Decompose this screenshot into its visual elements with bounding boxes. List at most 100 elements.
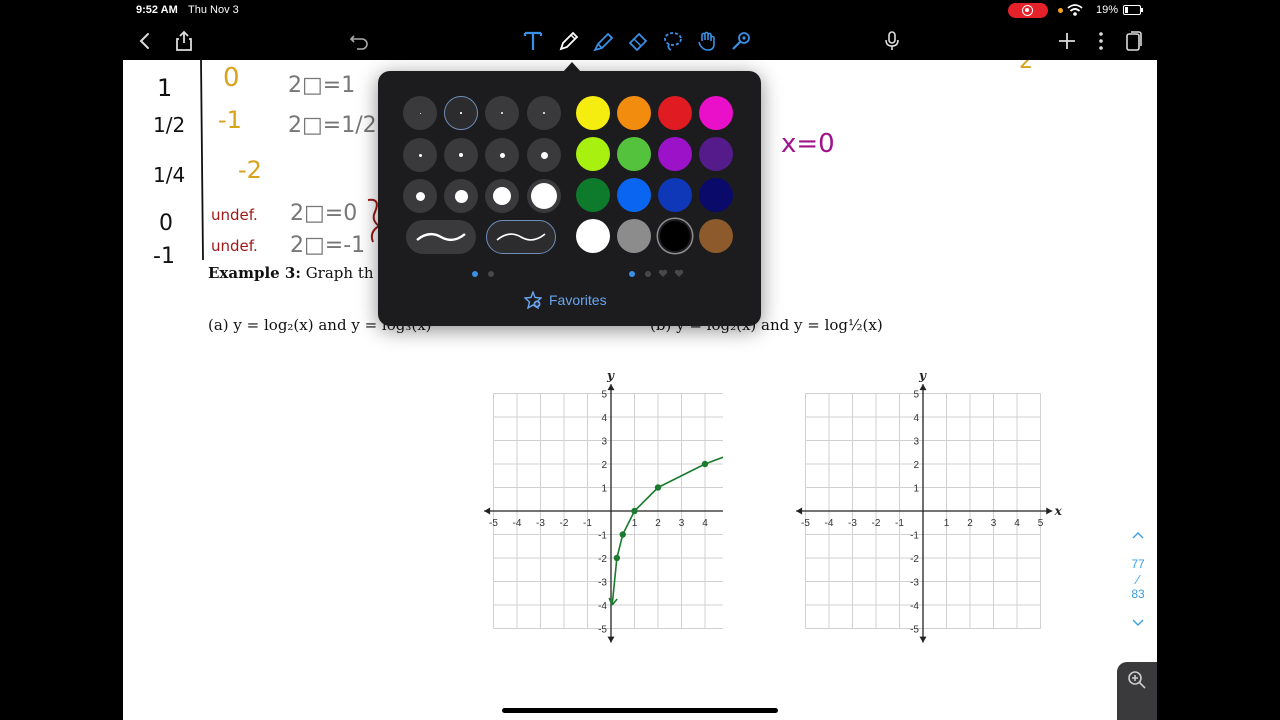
- x-axis-arrow: [796, 507, 803, 515]
- more-icon[interactable]: [1087, 27, 1115, 55]
- pen-size-option[interactable]: [485, 138, 519, 172]
- laser-pointer-icon[interactable]: [727, 27, 755, 55]
- pen-size-option[interactable]: [485, 96, 519, 130]
- share-icon[interactable]: [170, 27, 198, 55]
- x-tick-label: -1: [895, 518, 904, 529]
- chevron-up-icon[interactable]: [1131, 531, 1145, 539]
- heart-icon[interactable]: [658, 269, 668, 278]
- y-tick-label: 3: [913, 437, 919, 448]
- color-swatch[interactable]: [658, 96, 692, 130]
- pen-size-option[interactable]: [527, 179, 561, 213]
- y-tick-label: 5: [913, 390, 919, 401]
- curve-point: [613, 554, 621, 562]
- size-pager-dot[interactable]: [488, 271, 494, 277]
- color-swatch[interactable]: [617, 96, 651, 130]
- color-swatch[interactable]: [617, 137, 651, 171]
- magnifier-icon: [1128, 671, 1146, 689]
- chevron-down-icon[interactable]: [1131, 619, 1145, 627]
- x-tick-label: -3: [848, 518, 857, 529]
- y-tick-label: 4: [601, 413, 607, 424]
- pen-size-option[interactable]: [403, 96, 437, 130]
- favorites-button[interactable]: Favorites: [524, 291, 607, 309]
- lasso-tool-icon[interactable]: [659, 27, 687, 55]
- color-swatch[interactable]: [576, 137, 610, 171]
- color-swatch[interactable]: [576, 96, 610, 130]
- example-label: Example 3:: [208, 264, 301, 282]
- color-swatch[interactable]: [658, 219, 692, 253]
- x-tick-label: -2: [872, 518, 881, 529]
- pen-size-option[interactable]: [444, 179, 478, 213]
- pen-size-option[interactable]: [527, 96, 561, 130]
- coordinate-grid-a[interactable]: xy-5-4-3-2-11234554321-1-2-3-4-5y=log₂(x…: [353, 350, 723, 660]
- status-time: 9:52 AM: [136, 4, 178, 16]
- pen-size-option[interactable]: [403, 179, 437, 213]
- pen-settings-popover: Favorites: [378, 71, 761, 326]
- eraser-tool-icon[interactable]: [624, 27, 652, 55]
- color-swatch[interactable]: [576, 178, 610, 212]
- stroke-style-option-selected[interactable]: [486, 220, 556, 254]
- color-swatch[interactable]: [699, 96, 733, 130]
- y-value: 0: [223, 63, 240, 93]
- star-icon: [524, 291, 542, 309]
- x-tick-label: -2: [560, 518, 569, 529]
- top-right-digit: 2: [1019, 60, 1033, 74]
- y-axis-arrow: [919, 636, 927, 643]
- x-tick-label: -4: [513, 518, 522, 529]
- heart-icon[interactable]: [674, 269, 684, 278]
- x-tick-label: 4: [1014, 518, 1020, 529]
- favorites-label: Favorites: [549, 292, 607, 308]
- page-separator: ⁄: [1136, 572, 1140, 587]
- y-value: undef.: [211, 237, 258, 255]
- screen-recording-indicator[interactable]: [1008, 3, 1048, 18]
- size-pager-dot[interactable]: [472, 271, 478, 277]
- wifi-icon: [1067, 4, 1083, 16]
- home-indicator[interactable]: [502, 708, 778, 713]
- pen-size-option-selected[interactable]: [444, 96, 478, 130]
- undo-icon[interactable]: [345, 27, 373, 55]
- y-tick-label: -2: [910, 554, 919, 565]
- pen-tool-icon[interactable]: [555, 27, 583, 55]
- color-swatch[interactable]: [617, 178, 651, 212]
- hand-tool-icon[interactable]: [693, 27, 721, 55]
- pen-size-option[interactable]: [485, 179, 519, 213]
- x-axis-arrow: [1046, 507, 1053, 515]
- highlighter-tool-icon[interactable]: [590, 27, 618, 55]
- color-swatch[interactable]: [617, 219, 651, 253]
- color-swatch[interactable]: [699, 178, 733, 212]
- color-swatch[interactable]: [699, 219, 733, 253]
- battery-percentage: 19%: [1096, 4, 1119, 16]
- stroke-style-option[interactable]: [406, 220, 476, 254]
- color-swatch[interactable]: [699, 137, 733, 171]
- y-tick-label: 2: [913, 460, 919, 471]
- exponent-equation: 2□=1/2: [288, 113, 377, 138]
- color-swatch[interactable]: [658, 137, 692, 171]
- microphone-icon[interactable]: [878, 27, 906, 55]
- coordinate-grid-b[interactable]: x y -5 -4 -3 -2 -1 1 2 3 4 5 5 4 3 2 1 -1 -2 -3 -4 -5: [795, 350, 1085, 660]
- exponent-equation: 2□=-1: [290, 233, 365, 258]
- y-tick-label: 2: [601, 460, 607, 471]
- x-value: 0: [159, 211, 173, 236]
- add-icon[interactable]: [1053, 27, 1081, 55]
- back-icon[interactable]: [131, 27, 159, 55]
- page-indicator[interactable]: 77 ⁄ 83: [1123, 528, 1153, 631]
- toolbar: [123, 22, 1157, 60]
- exponent-equation: 2□=0: [290, 201, 357, 226]
- x-tick-label: -5: [801, 518, 810, 529]
- color-pager-dot[interactable]: [629, 271, 635, 277]
- pen-size-option[interactable]: [403, 138, 437, 172]
- text-tool-icon[interactable]: [519, 27, 547, 55]
- status-bar: 9:52 AM Thu Nov 3 19%: [123, 0, 1157, 22]
- x-value: -1: [153, 244, 175, 269]
- pen-size-option[interactable]: [444, 138, 478, 172]
- x-tick-label: 4: [702, 518, 708, 529]
- color-swatch[interactable]: [576, 219, 610, 253]
- y-tick-label: -4: [910, 601, 919, 612]
- example-text: Graph th: [305, 264, 374, 282]
- pen-size-option[interactable]: [527, 138, 561, 172]
- pages-icon[interactable]: [1120, 27, 1148, 55]
- y-tick-label: 4: [913, 413, 919, 424]
- color-swatch[interactable]: [658, 178, 692, 212]
- color-pager-dot[interactable]: [645, 271, 651, 277]
- y-tick-label: -2: [598, 554, 607, 565]
- zoom-button[interactable]: [1117, 662, 1157, 720]
